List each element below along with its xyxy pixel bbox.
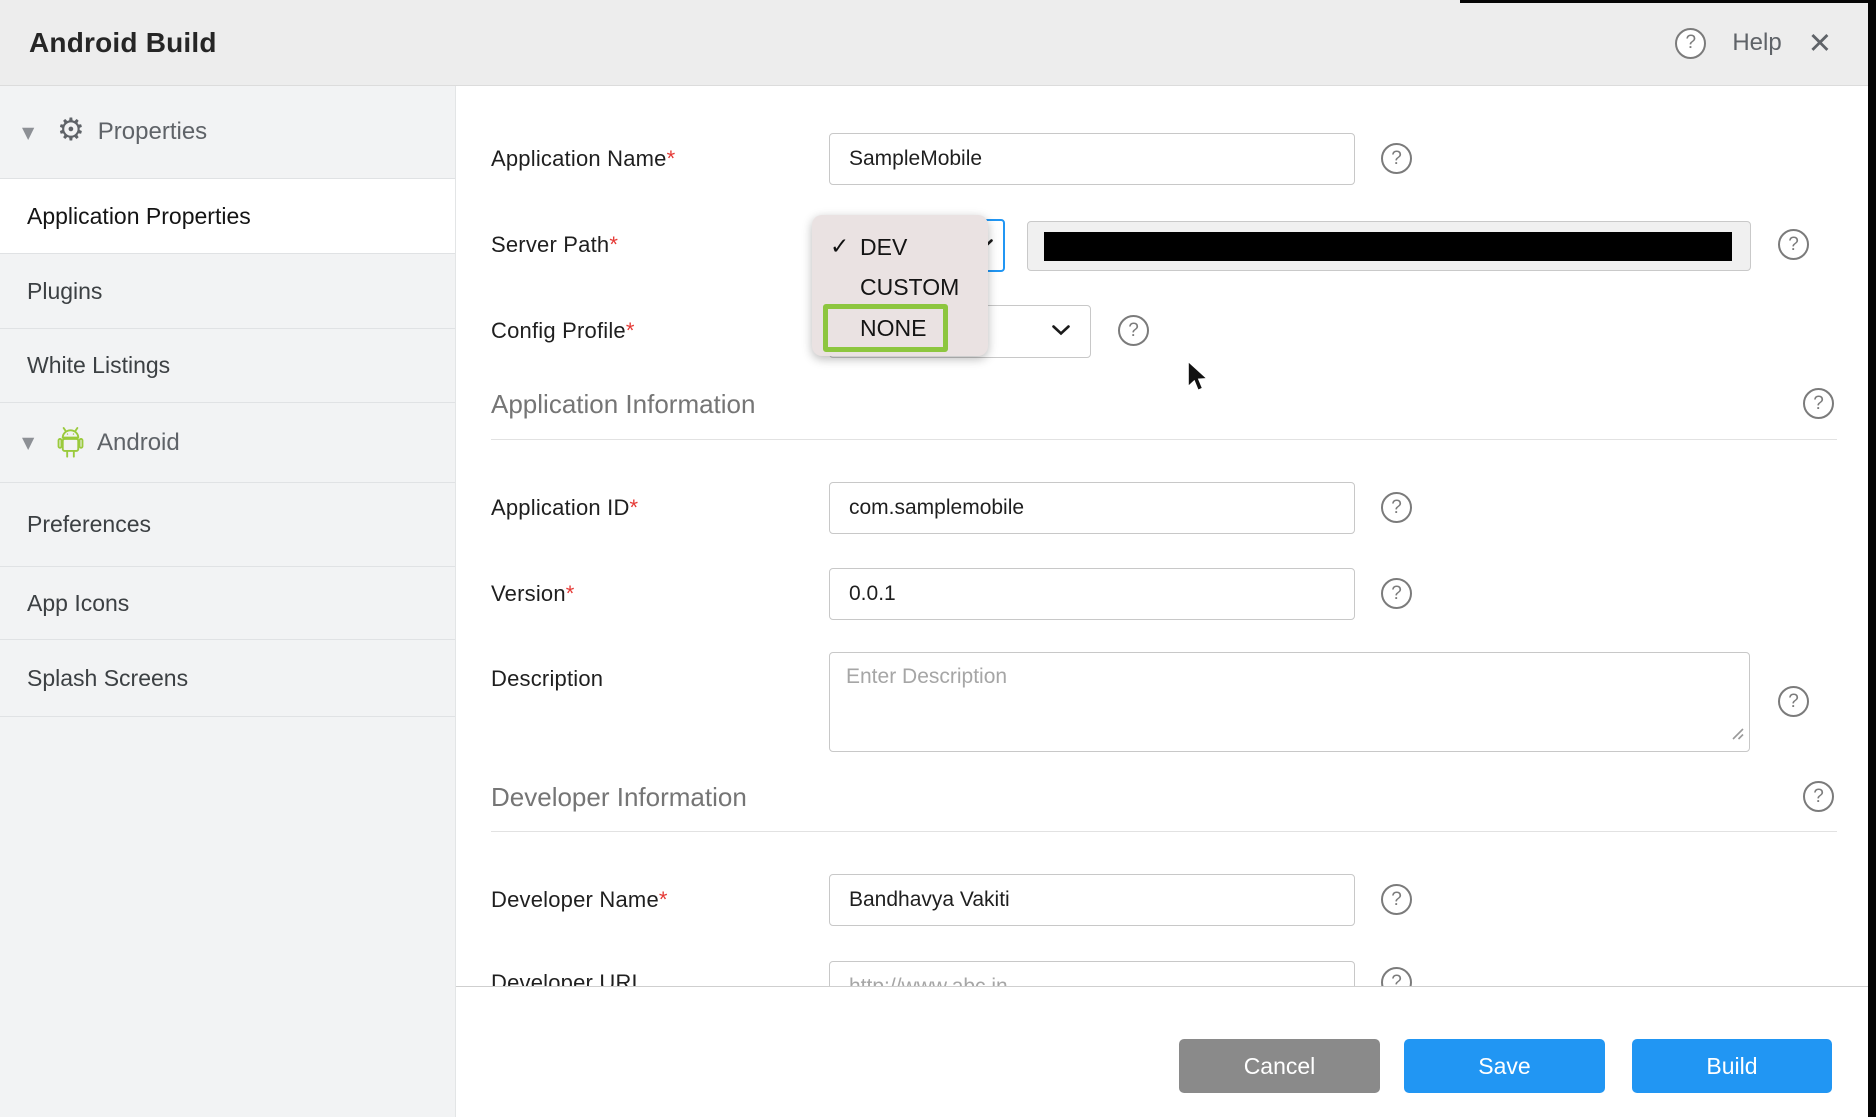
application-name-input[interactable]: [829, 133, 1355, 185]
config-profile-help-icon[interactable]: ?: [1118, 315, 1149, 346]
android-build-dialog: Android Build ? Help ✕ ▼ ⚙ Properties Ap…: [0, 0, 1876, 1117]
sidebar-item-application-properties[interactable]: Application Properties: [0, 179, 455, 254]
application-name-help-icon[interactable]: ?: [1381, 143, 1412, 174]
sidebar: ▼ ⚙ Properties Application Properties Pl…: [0, 86, 456, 1117]
sidebar-item-plugins[interactable]: Plugins: [0, 254, 455, 329]
server-path-label: Server Path*: [491, 232, 618, 258]
server-path-dropdown-menu: ✓ DEV CUSTOM NONE: [812, 215, 988, 356]
help-icon[interactable]: ?: [1675, 28, 1706, 59]
developer-name-input[interactable]: [829, 874, 1355, 926]
application-id-input[interactable]: [829, 482, 1355, 534]
config-profile-label: Config Profile*: [491, 318, 635, 344]
mouse-cursor-icon: [1186, 360, 1214, 401]
application-id-label: Application ID*: [491, 495, 638, 521]
sidebar-item-preferences[interactable]: Preferences: [0, 483, 455, 567]
save-button[interactable]: Save: [1404, 1039, 1605, 1093]
close-icon[interactable]: ✕: [1808, 29, 1832, 58]
server-path-help-icon[interactable]: ?: [1778, 229, 1809, 260]
developer-name-help-icon[interactable]: ?: [1381, 884, 1412, 915]
sidebar-group-android[interactable]: ▼ Android: [0, 403, 455, 483]
dropdown-option-none[interactable]: NONE: [823, 304, 948, 352]
header-actions: ? Help ✕: [1675, 0, 1832, 86]
application-id-help-icon[interactable]: ?: [1381, 492, 1412, 523]
cancel-button[interactable]: Cancel: [1179, 1039, 1380, 1093]
redacted-server-path-value: [1044, 232, 1732, 261]
application-information-help-icon[interactable]: ?: [1803, 388, 1834, 419]
gear-icon: ⚙: [57, 115, 85, 146]
description-label: Description: [491, 666, 603, 692]
description-help-icon[interactable]: ?: [1778, 686, 1809, 717]
sidebar-group-properties[interactable]: ▼ ⚙ Properties: [0, 86, 455, 179]
developer-information-heading: Developer Information: [491, 781, 747, 813]
sidebar-item-app-icons[interactable]: App Icons: [0, 567, 455, 640]
developer-information-help-icon[interactable]: ?: [1803, 781, 1834, 812]
application-name-label: Application Name*: [491, 146, 675, 172]
version-input[interactable]: [829, 568, 1355, 620]
form-panel: Application Name* ? Server Path* ? Confi…: [456, 86, 1868, 1117]
dialog-footer: Cancel Save Build: [456, 986, 1868, 1117]
chevron-down-icon: [1052, 323, 1070, 341]
page-title: Android Build: [29, 0, 217, 86]
sidebar-item-white-listings[interactable]: White Listings: [0, 329, 455, 403]
server-path-url-input[interactable]: [1027, 221, 1751, 271]
sidebar-item-splash-screens[interactable]: Splash Screens: [0, 640, 455, 717]
application-information-heading: Application Information: [491, 388, 755, 420]
check-icon: ✓: [830, 234, 849, 260]
dropdown-option-custom[interactable]: CUSTOM: [812, 267, 988, 307]
collapse-triangle-icon: ▼: [22, 433, 44, 452]
collapse-triangle-icon: ▼: [22, 123, 44, 142]
version-help-icon[interactable]: ?: [1381, 578, 1412, 609]
description-textarea[interactable]: [829, 652, 1750, 752]
android-robot-icon: [57, 427, 84, 458]
version-label: Version*: [491, 581, 575, 607]
screen-edge: [1868, 0, 1876, 1117]
developer-name-label: Developer Name*: [491, 887, 668, 913]
sidebar-group-label: Android: [97, 429, 180, 457]
sidebar-group-label: Properties: [98, 118, 207, 146]
section-divider: [491, 831, 1837, 832]
dropdown-option-dev[interactable]: ✓ DEV: [812, 227, 988, 267]
dialog-header: Android Build ? Help ✕: [0, 0, 1876, 86]
help-link[interactable]: Help: [1732, 29, 1781, 57]
resize-grip-icon[interactable]: [1731, 727, 1745, 746]
build-button[interactable]: Build: [1632, 1039, 1832, 1093]
screen-edge: [1460, 0, 1868, 3]
section-divider: [491, 439, 1837, 440]
